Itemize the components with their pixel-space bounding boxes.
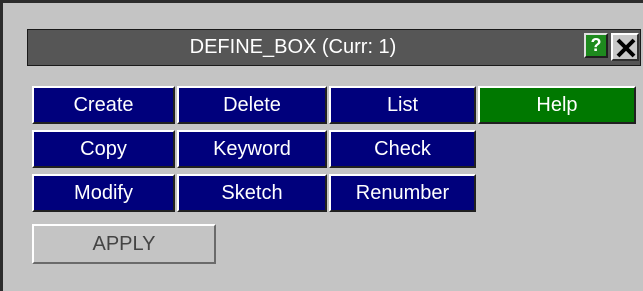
define-box-panel: DEFINE_BOX (Curr: 1) ? Create Delete Lis…	[0, 0, 643, 291]
create-button[interactable]: Create	[32, 86, 175, 124]
close-x-icon	[616, 38, 636, 58]
apply-button[interactable]: APPLY	[32, 224, 216, 264]
keyword-button[interactable]: Keyword	[177, 130, 327, 168]
modify-button[interactable]: Modify	[32, 174, 175, 212]
check-button[interactable]: Check	[329, 130, 476, 168]
title-bar[interactable]: DEFINE_BOX (Curr: 1) ?	[27, 29, 641, 66]
list-button[interactable]: List	[329, 86, 476, 124]
copy-button[interactable]: Copy	[32, 130, 175, 168]
sketch-button[interactable]: Sketch	[177, 174, 327, 212]
help-question-button[interactable]: ?	[584, 33, 608, 58]
panel-title: DEFINE_BOX (Curr: 1)	[189, 36, 397, 58]
help-button[interactable]: Help	[478, 86, 636, 124]
renumber-button[interactable]: Renumber	[329, 174, 476, 212]
close-button[interactable]	[611, 33, 639, 61]
delete-button[interactable]: Delete	[177, 86, 327, 124]
